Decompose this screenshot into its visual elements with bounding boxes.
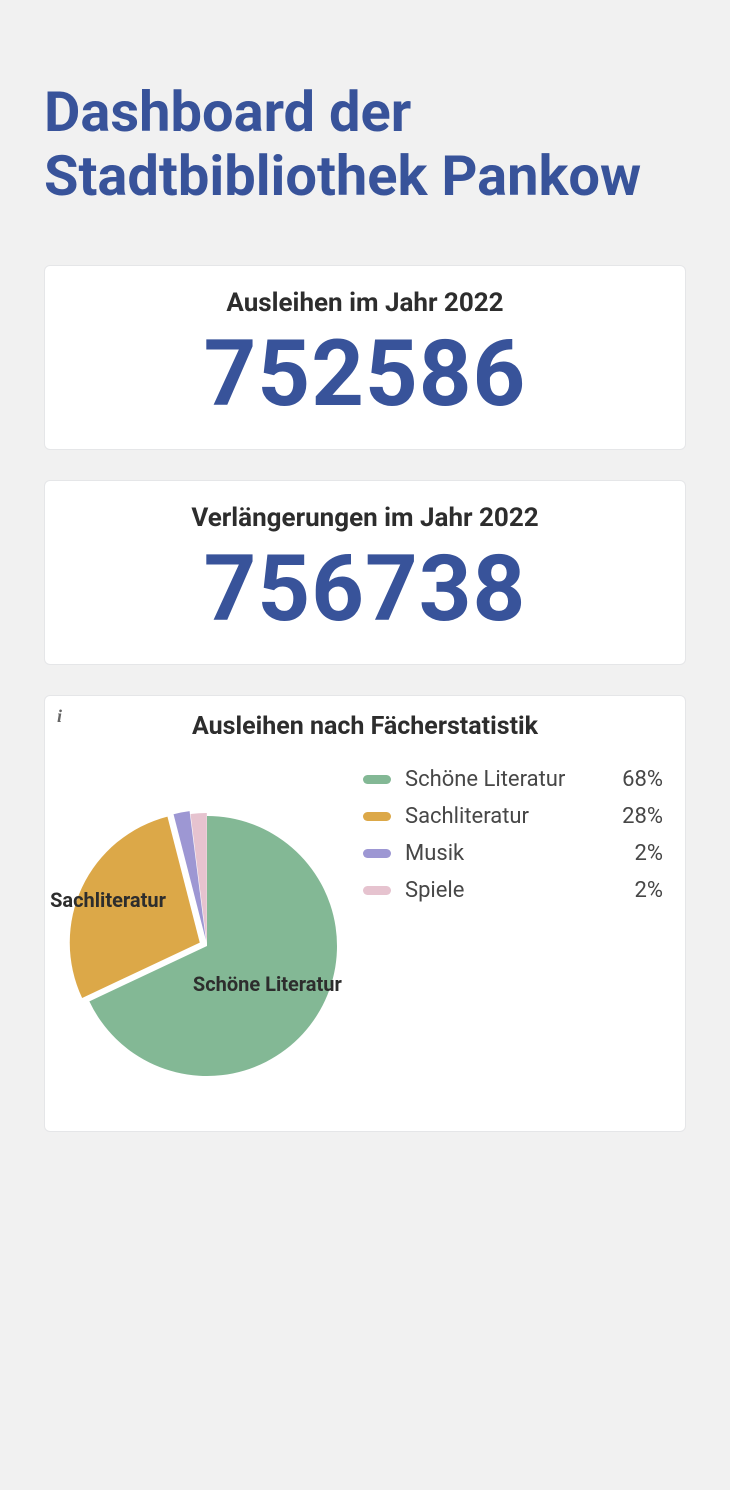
legend-percent: 2% — [607, 841, 663, 866]
legend-swatch — [363, 775, 391, 784]
legend-percent: 28% — [607, 804, 663, 829]
stat-card-value: 756738 — [67, 539, 663, 640]
legend-name: Sachliteratur — [405, 804, 607, 829]
stat-card-label: Verlängerungen im Jahr 2022 — [67, 503, 663, 533]
stat-card-label: Ausleihen im Jahr 2022 — [67, 288, 663, 318]
chart-title: Ausleihen nach Fächerstatistik — [67, 708, 663, 741]
info-icon[interactable]: i — [57, 706, 62, 727]
legend-percent: 2% — [607, 878, 663, 903]
legend-name: Musik — [405, 841, 607, 866]
legend-item[interactable]: Spiele2% — [363, 878, 663, 903]
legend-item[interactable]: Sachliteratur28% — [363, 804, 663, 829]
legend-item[interactable]: Musik2% — [363, 841, 663, 866]
stat-card-ausleihen: Ausleihen im Jahr 2022 752586 — [44, 265, 686, 450]
legend-item[interactable]: Schöne Literatur68% — [363, 767, 663, 792]
legend-swatch — [363, 812, 391, 821]
legend-name: Schöne Literatur — [405, 767, 607, 792]
pie-chart: Schöne LiteraturSachliteratur — [67, 761, 347, 1091]
page-title: Dashboard der Stadtbibliothek Pankow — [44, 80, 686, 209]
chart-legend: Schöne Literatur68%Sachliteratur28%Musik… — [347, 761, 663, 915]
chart-card-faecherstatistik: i Ausleihen nach Fächerstatistik Schöne … — [44, 695, 686, 1132]
legend-percent: 68% — [607, 767, 663, 792]
stat-card-verlaengerungen: Verlängerungen im Jahr 2022 756738 — [44, 480, 686, 665]
legend-name: Spiele — [405, 878, 607, 903]
stat-card-value: 752586 — [67, 324, 663, 425]
legend-swatch — [363, 849, 391, 858]
legend-swatch — [363, 886, 391, 895]
